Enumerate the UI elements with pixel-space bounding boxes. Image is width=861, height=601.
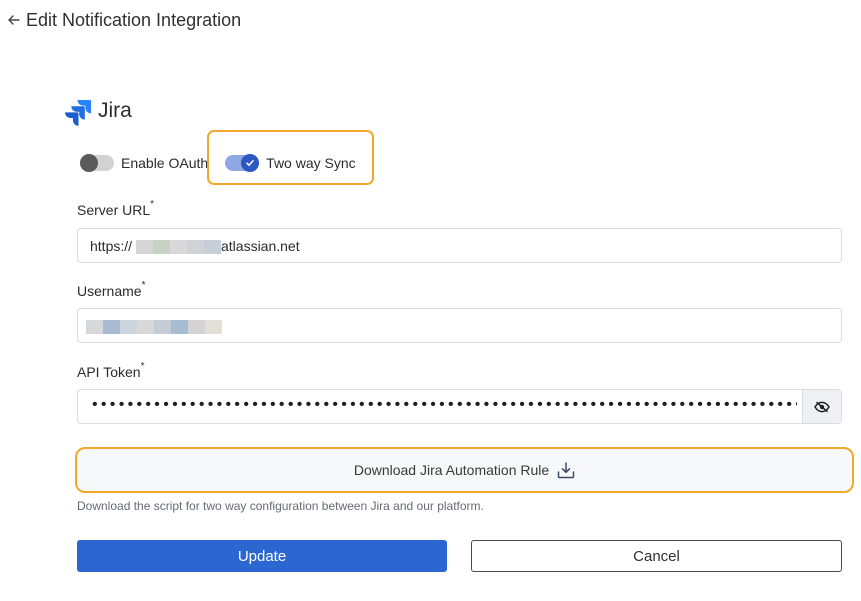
redacted-text [136,240,221,254]
download-icon [557,461,575,478]
download-helper-text: Download the script for two way configur… [77,499,484,513]
required-mark: * [150,199,155,210]
page-title: Edit Notification Integration [26,9,242,30]
jira-logo-icon [64,98,92,126]
required-mark: * [140,361,145,372]
username-label: Username* [77,280,146,299]
highlight-box [207,130,374,185]
back-arrow-icon[interactable] [6,12,22,28]
integration-name: Jira [98,99,132,122]
enable-oauth-label: Enable OAuth [121,155,209,171]
download-automation-rule-button[interactable]: Download Jira Automation Rule [75,447,854,493]
username-input[interactable] [77,308,842,343]
api-token-input[interactable]: ••••••••••••••••••••••••••••••••••••••••… [77,389,842,424]
server-url-label: Server URL* [77,199,155,218]
required-mark: * [141,280,146,291]
server-url-input[interactable]: https:// atlassian.net [77,228,842,263]
page-header: Edit Notification Integration [6,8,241,32]
cancel-button[interactable]: Cancel [471,540,842,572]
download-button-label: Download Jira Automation Rule [353,462,550,478]
server-url-suffix: atlassian.net [221,238,300,254]
toggle-knob [80,154,98,172]
toggle-visibility-button[interactable] [802,390,841,423]
redacted-text [86,320,222,334]
api-token-label: API Token* [77,361,145,380]
enable-oauth-toggle[interactable] [80,154,114,172]
eye-slash-icon [814,401,830,412]
api-token-masked-value: ••••••••••••••••••••••••••••••••••••••••… [92,396,797,413]
update-button[interactable]: Update [77,540,447,572]
server-url-prefix: https:// [90,238,133,254]
